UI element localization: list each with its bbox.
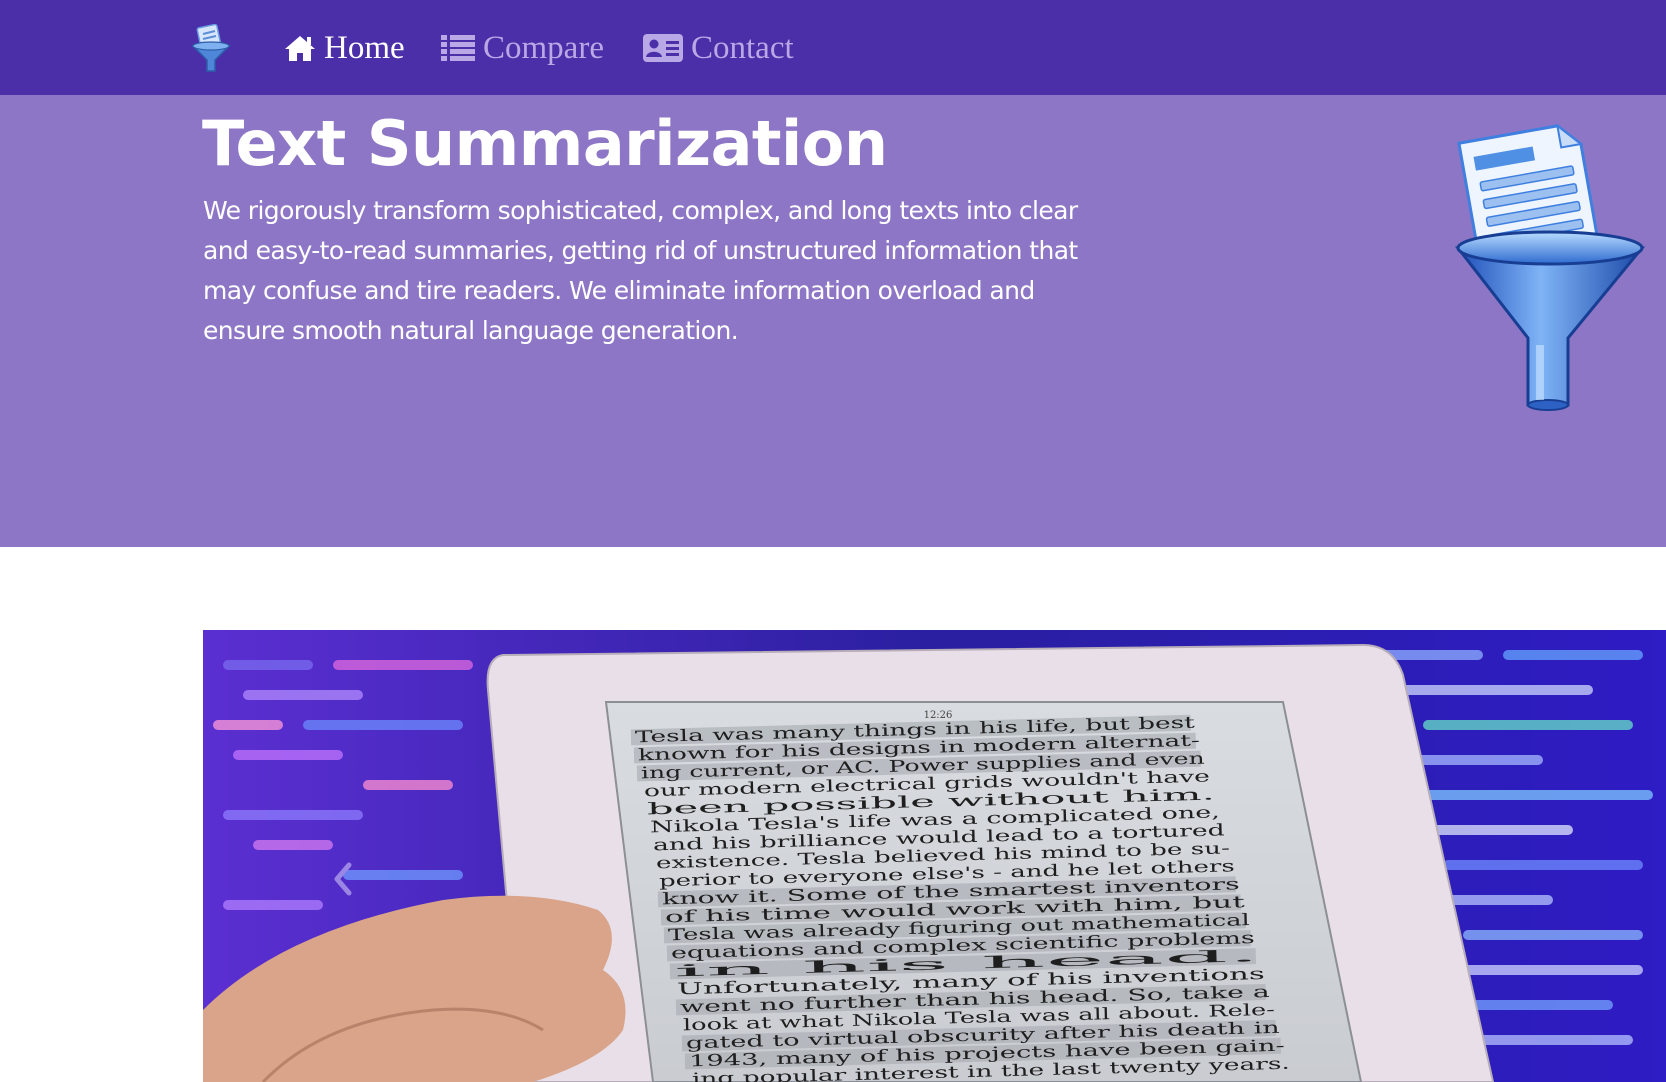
nav-compare-label: Compare — [483, 29, 604, 66]
hero-description: We rigorously transform sophisticated, c… — [203, 196, 1078, 345]
nav-contact-label: Contact — [691, 29, 794, 66]
nav-compare-link[interactable]: Compare — [441, 26, 604, 70]
carousel-prev-button[interactable] — [319, 855, 367, 903]
brand-logo[interactable] — [190, 23, 232, 74]
funnel-document-icon — [191, 23, 231, 72]
nav-home-link[interactable]: Home — [284, 26, 405, 70]
contact-card-icon — [643, 33, 683, 63]
nav-home-label: Home — [324, 29, 405, 66]
list-icon — [441, 34, 475, 62]
ereader-text: 12:26 Tesla was many things in his life,… — [630, 710, 1290, 1082]
ereader-photo: 12:26 Tesla was many things in his life,… — [203, 630, 1666, 1082]
nav-contact-link[interactable]: Contact — [643, 26, 794, 70]
page-title: Text Summarization — [202, 107, 888, 180]
funnel-document-icon — [1450, 120, 1650, 420]
home-icon — [284, 34, 316, 62]
hero-section: Text Summarization We rigorously transfo… — [0, 95, 1666, 547]
image-carousel: 12:26 Tesla was many things in his life,… — [203, 630, 1666, 1082]
navbar: Home Compare Contact — [0, 0, 1666, 95]
chevron-left-icon — [334, 862, 352, 896]
